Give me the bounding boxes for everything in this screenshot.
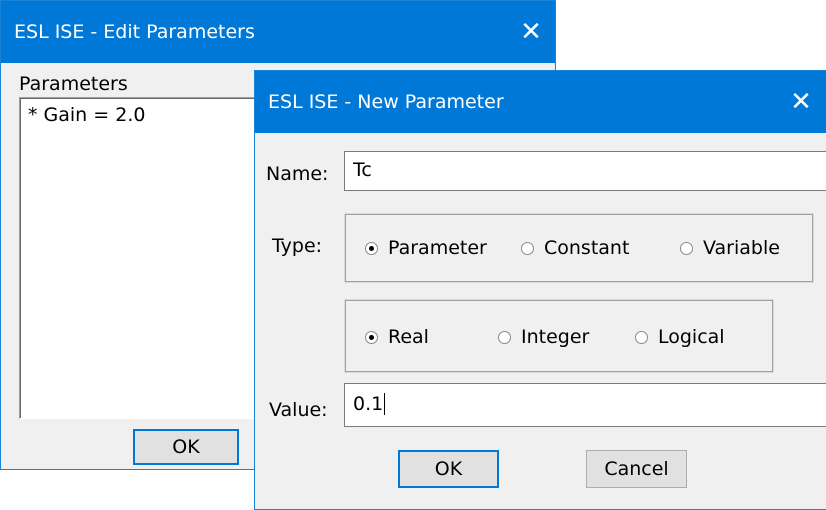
name-value: Tc <box>353 159 372 181</box>
radio-integer-label: Integer <box>521 326 590 348</box>
radio-real-label: Real <box>388 326 429 348</box>
edit-dialog-titlebar[interactable]: ESL ISE - Edit Parameters ✕ <box>1 1 555 63</box>
radio-real[interactable]: Real <box>365 326 429 348</box>
radio-constant[interactable]: Constant <box>521 237 629 259</box>
radio-variable[interactable]: Variable <box>680 237 780 259</box>
name-field[interactable]: Tc <box>344 151 826 191</box>
datatype-group: Real Integer Logical <box>344 299 774 373</box>
radio-logical[interactable]: Logical <box>635 326 725 348</box>
radio-parameter[interactable]: Parameter <box>365 237 487 259</box>
radio-icon <box>365 241 378 255</box>
radio-integer[interactable]: Integer <box>498 326 589 348</box>
value-text: 0.1 <box>353 393 384 415</box>
radio-icon <box>521 241 534 255</box>
new-dialog-titlebar[interactable]: ESL ISE - New Parameter ✕ <box>255 71 826 133</box>
radio-constant-label: Constant <box>544 237 630 259</box>
radio-variable-label: Variable <box>703 237 780 259</box>
radio-icon <box>680 241 693 255</box>
radio-icon <box>635 330 648 344</box>
value-field[interactable]: 0.1 <box>344 383 826 427</box>
text-caret <box>384 393 386 415</box>
type-label: Type: <box>272 235 323 257</box>
edit-ok-button[interactable]: OK <box>133 429 239 465</box>
name-label: Name: <box>266 163 329 185</box>
radio-logical-label: Logical <box>658 326 725 348</box>
new-parameter-dialog: ESL ISE - New Parameter ✕ Name: Tc Type:… <box>254 70 826 510</box>
parameters-label: Parameters <box>19 73 128 95</box>
cancel-button[interactable]: Cancel <box>586 450 687 488</box>
list-item[interactable]: * Gain = 2.0 <box>28 104 145 126</box>
radio-icon <box>498 330 511 344</box>
kind-group: Parameter Constant Variable <box>344 213 814 283</box>
close-icon[interactable]: ✕ <box>509 9 553 55</box>
value-label: Value: <box>269 399 328 421</box>
radio-parameter-label: Parameter <box>388 237 487 259</box>
new-dialog-title: ESL ISE - New Parameter <box>268 91 504 113</box>
close-icon[interactable]: ✕ <box>779 79 823 125</box>
ok-button[interactable]: OK <box>398 450 499 488</box>
radio-icon <box>365 330 378 344</box>
edit-dialog-title: ESL ISE - Edit Parameters <box>14 21 255 43</box>
